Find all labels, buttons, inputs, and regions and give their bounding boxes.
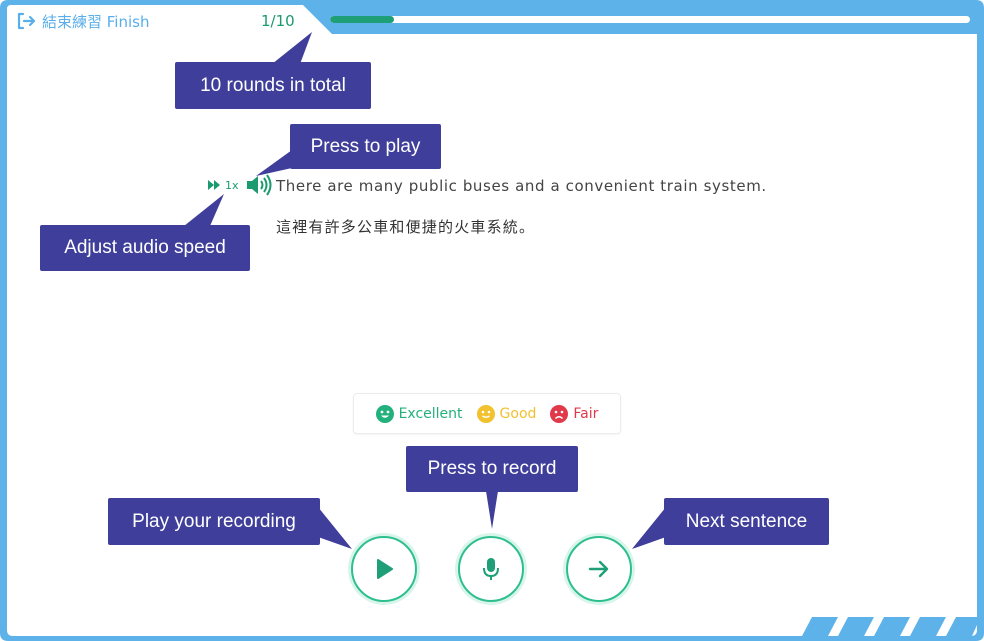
smile-face-icon (375, 404, 394, 423)
tooltip-rounds: 10 rounds in total (175, 62, 371, 109)
tooltip-rounds-pointer (272, 32, 312, 64)
next-sentence-button[interactable] (566, 536, 632, 602)
tooltip-next-pointer (632, 507, 666, 549)
neutral-face-icon (476, 404, 495, 423)
tooltip-playback-pointer (318, 507, 352, 549)
progress-bar-fill (330, 16, 394, 23)
legend-fair-label: Fair (573, 405, 599, 422)
finish-label: 結束練習 Finish (42, 12, 150, 31)
microphone-icon (483, 558, 499, 580)
tooltip-speed: Adjust audio speed (40, 225, 250, 271)
play-icon (377, 559, 393, 579)
arrow-right-icon (588, 560, 609, 578)
legend-good-label: Good (499, 405, 537, 422)
progress-bar (330, 16, 970, 23)
legend-excellent: Excellent (375, 404, 463, 423)
play-recording-button[interactable] (351, 536, 417, 602)
legend-fair: Fair (550, 404, 599, 423)
tooltip-record: Press to record (406, 446, 578, 492)
round-counter: 1/10 (261, 12, 295, 30)
tooltip-play: Press to play (290, 124, 441, 169)
tooltip-next: Next sentence (664, 498, 829, 545)
rating-legend: Excellent Good Fair (353, 393, 621, 434)
finish-button[interactable]: 結束練習 Finish (16, 9, 149, 33)
sentence-english: There are many public buses and a conven… (276, 177, 767, 195)
legend-good: Good (476, 404, 537, 423)
decorative-stripes (802, 617, 977, 636)
tooltip-playback: Play your recording (108, 498, 320, 545)
record-button[interactable] (458, 536, 524, 602)
tooltip-speed-pointer (184, 194, 224, 226)
sentence-chinese: 這裡有許多公車和便捷的火車系統。 (276, 218, 536, 236)
tooltip-record-pointer (486, 491, 498, 529)
speaker-icon[interactable] (245, 174, 273, 196)
fast-forward-icon (208, 180, 220, 190)
legend-excellent-label: Excellent (398, 405, 463, 422)
exit-icon (17, 12, 36, 30)
speed-label: 1x (225, 178, 239, 192)
frown-face-icon (550, 404, 569, 423)
